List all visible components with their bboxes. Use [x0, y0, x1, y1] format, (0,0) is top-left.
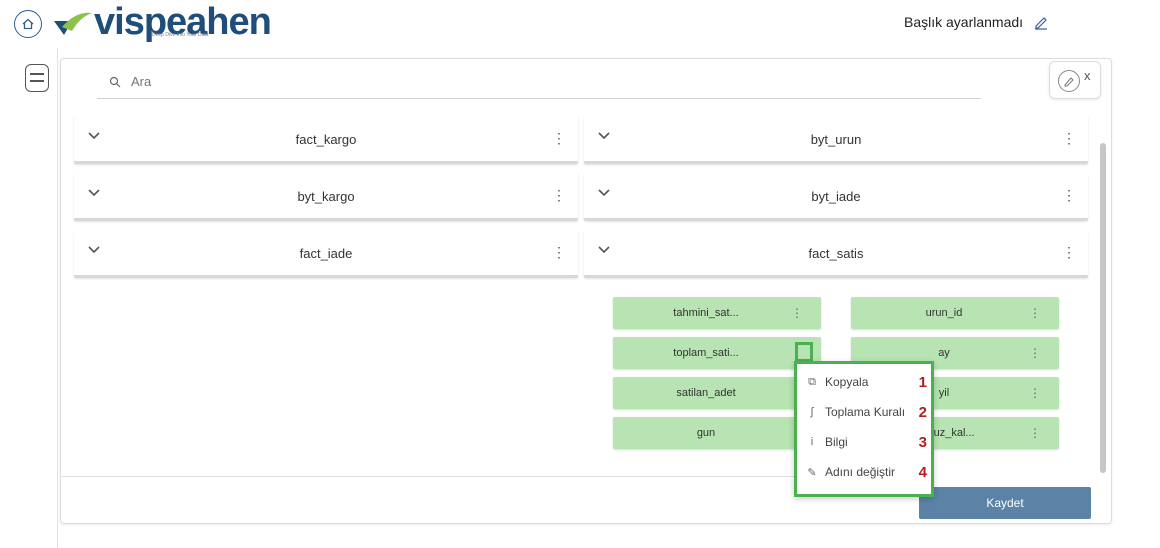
table-name: byt_iade: [811, 189, 861, 204]
save-button[interactable]: Kaydet: [919, 487, 1091, 519]
table-name: byt_kargo: [297, 189, 355, 204]
field-chip[interactable]: gun ⋮: [613, 417, 821, 449]
more-options-icon[interactable]: ⋮: [1029, 346, 1041, 360]
table-card-fact-iade[interactable]: fact_iade ⋮: [74, 230, 578, 278]
logo-mark-icon: [52, 7, 94, 37]
more-options-icon[interactable]: ⋮: [1062, 245, 1076, 259]
field-context-menu: ⧉ Kopyala 1 ∫ Toplama Kuralı 2 i Bilgi 3…: [794, 361, 934, 497]
menu-item-rename[interactable]: ✎ Adını değiştir 4: [805, 462, 929, 482]
callout-number: 2: [918, 403, 927, 421]
more-options-icon[interactable]: ⋮: [1029, 386, 1041, 400]
page-title-area[interactable]: Başlık ayarlanmadı: [904, 14, 1049, 30]
edit-icon: [1058, 70, 1080, 92]
field-chip[interactable]: toplam_sati... ⋮: [613, 337, 821, 369]
more-options-icon[interactable]: ⋮: [791, 306, 803, 320]
field-label: toplam_sati...: [673, 347, 739, 359]
close-icon[interactable]: x: [1084, 68, 1091, 83]
info-icon: i: [810, 436, 814, 448]
menu-item-aggregation-rule[interactable]: ∫ Toplama Kuralı 2: [805, 402, 929, 422]
table-card-fact-satis[interactable]: fact_satis ⋮: [584, 230, 1088, 278]
menu-item-label: Kopyala: [825, 375, 869, 389]
brand-tagline: Deep Dive Into Your Data: [152, 32, 209, 38]
table-name: fact_kargo: [295, 132, 357, 147]
table-name: byt_urun: [810, 132, 862, 147]
more-options-icon[interactable]: ⋮: [552, 245, 566, 259]
field-label: gun: [696, 427, 716, 439]
database-icon[interactable]: [25, 64, 49, 92]
footer-divider: [60, 476, 918, 477]
more-options-icon[interactable]: ⋮: [552, 188, 566, 202]
menu-item-copy[interactable]: ⧉ Kopyala 1: [805, 372, 929, 392]
callout-number: 1: [918, 373, 927, 391]
table-name: fact_iade: [299, 246, 353, 261]
search-icon: [109, 76, 121, 87]
table-card-byt-urun[interactable]: byt_urun ⋮: [584, 116, 1088, 164]
field-label: urun_id: [925, 307, 963, 319]
menu-item-label: Bilgi: [825, 435, 848, 449]
search-input[interactable]: [131, 74, 531, 89]
more-options-icon[interactable]: ⋮: [1029, 426, 1041, 440]
field-label: ay: [938, 347, 950, 359]
close-panel-button[interactable]: x: [1049, 61, 1101, 99]
field-label: tahmini_sat...: [673, 307, 739, 319]
page-title: Başlık ayarlanmadı: [904, 14, 1024, 30]
home-icon[interactable]: [14, 10, 42, 38]
menu-item-label: Toplama Kuralı: [825, 405, 906, 419]
app-header: vispeahen Deep Dive Into Your Data Başlı…: [0, 0, 1160, 48]
search-bar[interactable]: [97, 65, 981, 99]
selected-options-highlight: [795, 342, 813, 362]
more-options-icon[interactable]: ⋮: [1029, 306, 1041, 320]
table-card-byt-kargo[interactable]: byt_kargo ⋮: [74, 173, 578, 221]
field-label: satilan_adet: [676, 387, 736, 399]
field-chip[interactable]: tahmini_sat... ⋮: [613, 297, 821, 329]
callout-number: 4: [918, 463, 927, 481]
edit-title-icon[interactable]: [1033, 14, 1049, 30]
integral-icon: ∫: [810, 406, 814, 418]
field-chip[interactable]: satilan_adet ⋮: [613, 377, 821, 409]
table-card-fact-kargo[interactable]: fact_kargo ⋮: [74, 116, 578, 164]
rename-icon: ✎: [807, 466, 817, 479]
left-rail: [0, 48, 58, 548]
table-card-byt-iade[interactable]: byt_iade ⋮: [584, 173, 1088, 221]
menu-item-label: Adını değiştir: [825, 465, 896, 479]
copy-icon: ⧉: [808, 375, 816, 388]
more-options-icon[interactable]: ⋮: [552, 131, 566, 145]
field-chip[interactable]: urun_id ⋮: [851, 297, 1059, 329]
more-options-icon[interactable]: ⋮: [1062, 188, 1076, 202]
menu-item-info[interactable]: i Bilgi 3: [805, 432, 929, 452]
panel-scrollbar[interactable]: [1100, 143, 1106, 473]
more-options-icon[interactable]: ⋮: [1062, 131, 1076, 145]
table-name: fact_satis: [808, 246, 864, 261]
callout-number: 3: [918, 433, 927, 451]
